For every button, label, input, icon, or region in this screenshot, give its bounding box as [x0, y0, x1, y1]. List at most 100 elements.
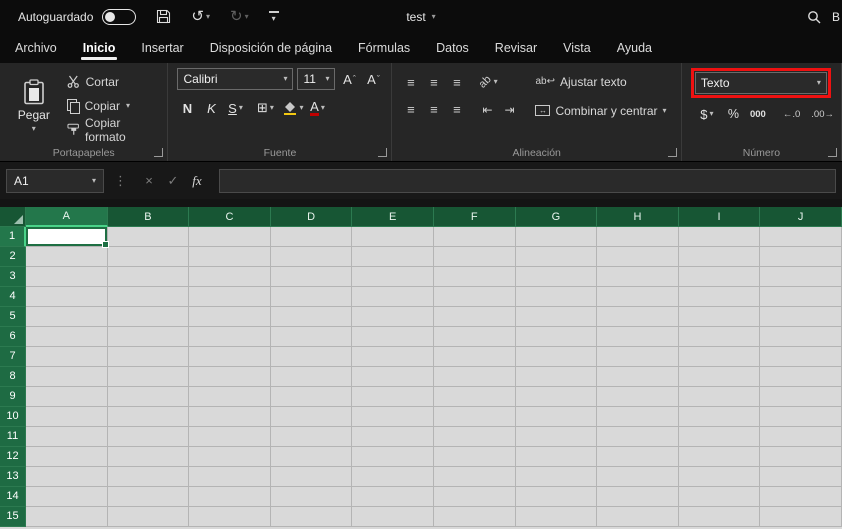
currency-format-button[interactable]: $ ▾ — [697, 103, 717, 125]
cell-j6[interactable] — [760, 327, 842, 347]
row-header-3[interactable]: 3 — [0, 267, 26, 287]
cell-g5[interactable] — [515, 307, 598, 327]
cell-a9[interactable] — [26, 387, 108, 407]
cell-a13[interactable] — [26, 467, 108, 487]
cell-a6[interactable] — [26, 327, 108, 347]
cell-h10[interactable] — [597, 407, 679, 427]
align-right-button[interactable]: ≡ — [447, 102, 466, 117]
cell-g9[interactable] — [515, 387, 598, 407]
number-format-select[interactable]: Texto ▾ — [694, 72, 827, 94]
cell-g2[interactable] — [515, 247, 598, 267]
cell-d2[interactable] — [270, 247, 353, 267]
cell-i4[interactable] — [678, 287, 761, 307]
cell-i15[interactable] — [678, 507, 761, 527]
tab-formulas[interactable]: Fórmulas — [345, 33, 423, 63]
row-header-5[interactable]: 5 — [0, 307, 26, 327]
cell-d8[interactable] — [270, 367, 353, 387]
cell-c4[interactable] — [189, 287, 271, 307]
cell-d4[interactable] — [270, 287, 353, 307]
cell-c12[interactable] — [189, 447, 271, 467]
cell-j2[interactable] — [760, 247, 842, 267]
cell-b4[interactable] — [107, 287, 190, 307]
cell-f4[interactable] — [433, 287, 516, 307]
increase-indent-button[interactable]: ⇥ — [500, 103, 518, 117]
tab-inicio[interactable]: Inicio — [70, 33, 129, 63]
row-header-2[interactable]: 2 — [0, 247, 26, 267]
column-header-g[interactable]: G — [515, 207, 598, 227]
column-header-d[interactable]: D — [270, 207, 353, 227]
cell-b7[interactable] — [107, 347, 190, 367]
cell-c3[interactable] — [189, 267, 271, 287]
cell-g14[interactable] — [515, 487, 598, 507]
cell-c6[interactable] — [189, 327, 271, 347]
cell-j9[interactable] — [760, 387, 842, 407]
tab-insertar[interactable]: Insertar — [128, 33, 196, 63]
column-header-j[interactable]: J — [760, 207, 842, 227]
merge-center-button[interactable]: ↔ Combinar y centrar ▾ — [535, 100, 667, 121]
cell-b2[interactable] — [107, 247, 190, 267]
cell-d7[interactable] — [270, 347, 353, 367]
cell-g13[interactable] — [515, 467, 598, 487]
insert-function-button[interactable]: fx — [185, 173, 209, 189]
underline-button[interactable]: S ▾ — [225, 97, 245, 119]
cell-e1[interactable] — [352, 227, 434, 247]
cell-f11[interactable] — [433, 427, 516, 447]
decrease-indent-button[interactable]: ⇤ — [478, 103, 496, 117]
row-header-1[interactable]: 1 — [0, 227, 26, 247]
number-dialog-launcher-icon[interactable] — [828, 148, 837, 157]
cell-d10[interactable] — [270, 407, 353, 427]
cell-g4[interactable] — [515, 287, 598, 307]
cell-b13[interactable] — [107, 467, 190, 487]
cell-h8[interactable] — [597, 367, 679, 387]
enter-button[interactable]: ✓ — [161, 173, 185, 189]
customize-quick-access-button[interactable]: ▾ — [268, 10, 279, 23]
cell-f7[interactable] — [433, 347, 516, 367]
cell-c8[interactable] — [189, 367, 271, 387]
tab-ayuda[interactable]: Ayuda — [604, 33, 665, 63]
cell-f14[interactable] — [433, 487, 516, 507]
row-header-13[interactable]: 13 — [0, 467, 26, 487]
cell-d15[interactable] — [270, 507, 353, 527]
cell-b11[interactable] — [107, 427, 190, 447]
cell-g1[interactable] — [515, 227, 598, 247]
cell-j14[interactable] — [760, 487, 842, 507]
tab-vista[interactable]: Vista — [550, 33, 604, 63]
cell-a12[interactable] — [26, 447, 108, 467]
cell-e9[interactable] — [352, 387, 434, 407]
align-left-button[interactable]: ≡ — [401, 102, 420, 117]
cell-a4[interactable] — [26, 287, 108, 307]
undo-button[interactable]: ↺ ▾ — [191, 9, 210, 24]
cell-a11[interactable] — [26, 427, 108, 447]
column-header-i[interactable]: I — [678, 207, 761, 227]
cell-i5[interactable] — [678, 307, 761, 327]
cell-e3[interactable] — [352, 267, 434, 287]
cell-b15[interactable] — [107, 507, 190, 527]
cell-d6[interactable] — [270, 327, 353, 347]
row-header-12[interactable]: 12 — [0, 447, 26, 467]
cell-d3[interactable] — [270, 267, 353, 287]
column-header-f[interactable]: F — [433, 207, 516, 227]
cell-i11[interactable] — [678, 427, 761, 447]
cell-h11[interactable] — [597, 427, 679, 447]
cell-f5[interactable] — [433, 307, 516, 327]
tab-datos[interactable]: Datos — [423, 33, 482, 63]
cell-g10[interactable] — [515, 407, 598, 427]
align-top-button[interactable]: ≡ — [401, 75, 420, 90]
cell-a14[interactable] — [26, 487, 108, 507]
paste-button[interactable]: Pegar ▾ — [9, 68, 59, 144]
cell-i9[interactable] — [678, 387, 761, 407]
cell-f2[interactable] — [433, 247, 516, 267]
cell-h3[interactable] — [597, 267, 679, 287]
format-painter-button[interactable]: Copiar formato — [67, 116, 161, 144]
cell-a8[interactable] — [26, 367, 108, 387]
column-header-c[interactable]: C — [189, 207, 271, 227]
cell-b1[interactable] — [107, 227, 190, 247]
cell-g8[interactable] — [515, 367, 598, 387]
cell-h6[interactable] — [597, 327, 679, 347]
cell-a10[interactable] — [26, 407, 108, 427]
cell-j5[interactable] — [760, 307, 842, 327]
cell-g11[interactable] — [515, 427, 598, 447]
row-header-8[interactable]: 8 — [0, 367, 26, 387]
cell-j10[interactable] — [760, 407, 842, 427]
align-bottom-button[interactable]: ≡ — [447, 75, 466, 90]
